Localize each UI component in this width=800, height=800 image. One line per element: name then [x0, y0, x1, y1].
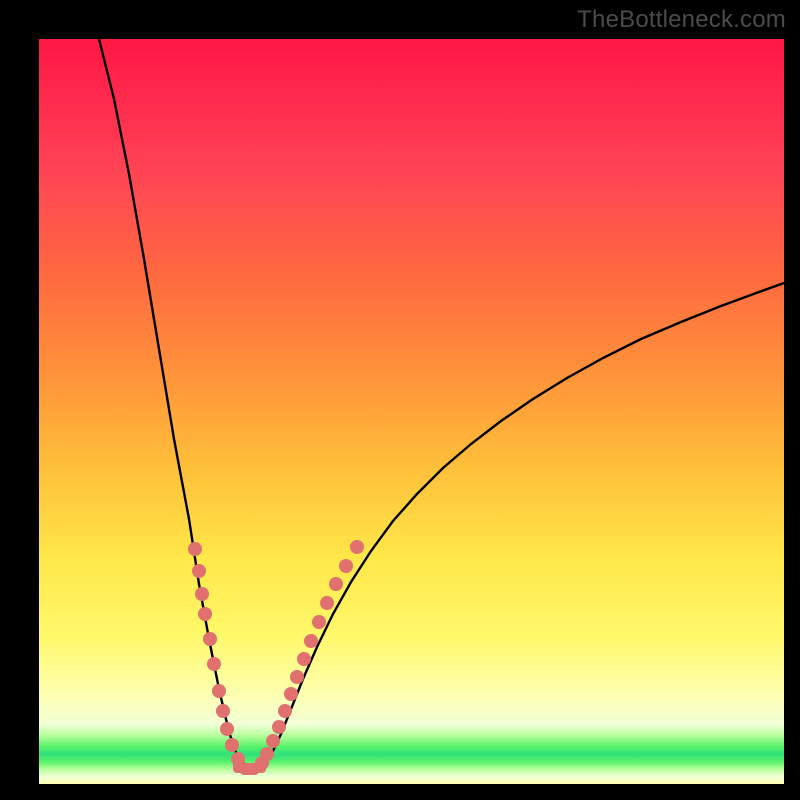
data-marker [198, 607, 212, 621]
data-marker [220, 722, 234, 736]
data-marker [216, 704, 230, 718]
dots-bottom [233, 761, 266, 775]
data-marker [284, 687, 298, 701]
data-marker [195, 587, 209, 601]
chart-frame: TheBottleneck.com [0, 0, 800, 800]
data-marker [272, 720, 286, 734]
data-marker [350, 540, 364, 554]
data-marker [260, 747, 274, 761]
data-marker [225, 738, 239, 752]
data-marker [329, 577, 343, 591]
data-marker [339, 559, 353, 573]
data-marker [254, 761, 266, 773]
bottleneck-curve [99, 39, 784, 767]
data-marker [290, 670, 304, 684]
data-marker [278, 704, 292, 718]
data-marker [188, 542, 202, 556]
data-marker [192, 564, 206, 578]
data-marker [297, 652, 311, 666]
data-marker [203, 632, 217, 646]
curve-layer [39, 39, 784, 784]
dots-left [188, 542, 245, 766]
watermark-text: TheBottleneck.com [577, 6, 786, 34]
data-marker [207, 657, 221, 671]
dots-right [255, 540, 364, 770]
data-marker [304, 634, 318, 648]
data-marker [266, 734, 280, 748]
data-marker [312, 615, 326, 629]
plot-area [39, 39, 784, 784]
data-marker [320, 596, 334, 610]
data-marker [212, 684, 226, 698]
